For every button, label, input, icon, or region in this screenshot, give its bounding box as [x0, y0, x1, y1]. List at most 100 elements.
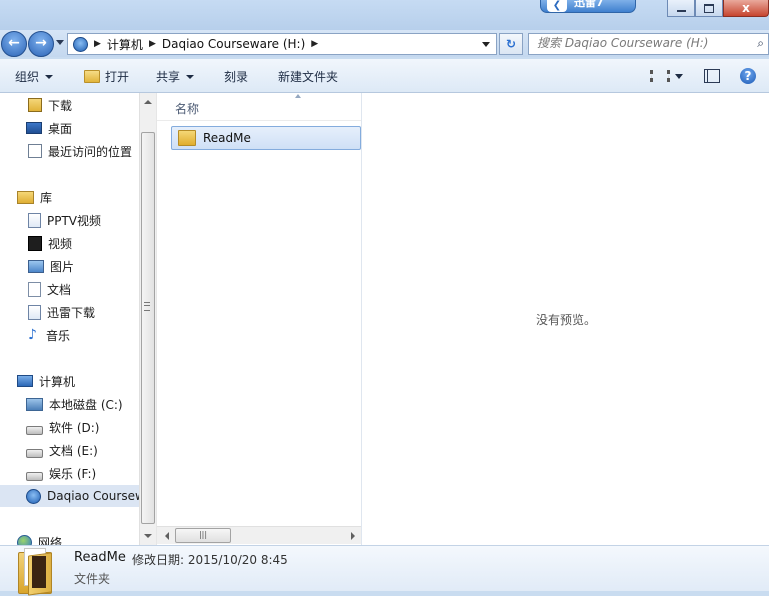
library-document-icon — [28, 304, 41, 320]
system-drive-icon — [26, 397, 43, 411]
close-icon: x — [742, 1, 750, 15]
sidebar-item-label: 桌面 — [48, 121, 73, 136]
organize-menu-button[interactable]: 组织 — [15, 68, 54, 85]
search-input[interactable] — [537, 34, 747, 52]
sidebar-item-thunder-downloads[interactable]: 迅雷下载 — [0, 301, 139, 323]
forward-button[interactable]: → — [28, 31, 54, 57]
chevron-down-icon — [186, 74, 195, 79]
breadcrumb-separator-icon[interactable]: ▶ — [94, 39, 101, 49]
sidebar-item-videos[interactable]: 视频 — [0, 232, 139, 254]
breadcrumb-separator-icon[interactable]: ▶ — [149, 39, 156, 49]
address-history-dropdown-icon[interactable] — [482, 42, 490, 47]
share-label: 共享 — [156, 70, 181, 84]
sidebar-item-label: PPTV视频 — [47, 213, 102, 228]
open-button[interactable]: 打开 — [84, 68, 129, 85]
scrollbar-grip-icon — [144, 302, 150, 311]
details-pane: ReadMe 修改日期: 2015/10/20 8:45 文件夹 — [0, 545, 769, 596]
drive-icon — [26, 471, 43, 481]
computer-icon — [17, 375, 33, 387]
recent-places-icon — [28, 144, 42, 158]
music-icon: ♪ — [28, 327, 37, 343]
sidebar-item-label: Daqiao Courseware (H:) — [47, 489, 139, 503]
burn-button[interactable]: 刻录 — [224, 68, 248, 85]
scrollbar-thumb[interactable] — [141, 132, 155, 524]
details-modified-value: 2015/10/20 8:45 — [187, 553, 288, 567]
maximize-icon — [704, 3, 714, 13]
sidebar-item-label: 下载 — [48, 98, 73, 113]
refresh-icon: ↻ — [505, 37, 517, 51]
navigation-row: ← → ▶ 计算机 ▶ Daqiao Courseware (H:) ▶ ↻ ⌕ — [0, 30, 769, 57]
chevron-down-icon — [45, 74, 54, 79]
view-options-icon[interactable] — [650, 70, 670, 82]
sidebar-item-downloads[interactable]: 下载 — [0, 94, 139, 116]
file-list-pane: 名称 ReadMe ||| — [156, 93, 361, 545]
scroll-up-icon[interactable] — [144, 100, 152, 104]
share-menu-button[interactable]: 共享 — [156, 68, 195, 85]
new-folder-button[interactable]: 新建文件夹 — [278, 68, 338, 85]
sidebar-item-label: 音乐 — [46, 328, 71, 343]
sidebar-item-label: 最近访问的位置 — [48, 144, 133, 159]
sidebar-item-drive-e[interactable]: 文档 (E:) — [0, 439, 139, 461]
sidebar-item-label: 软件 (D:) — [49, 420, 100, 435]
sidebar-item-label: 娱乐 (F:) — [49, 466, 97, 481]
libraries-icon — [17, 190, 34, 204]
breadcrumb-computer[interactable]: 计算机 — [107, 36, 143, 53]
details-modified-label: 修改日期: — [132, 553, 185, 567]
sidebar-section-label: 网络 — [38, 535, 63, 546]
help-icon[interactable]: ? — [740, 68, 756, 84]
back-button[interactable]: ← — [1, 31, 27, 57]
sidebar-item-network[interactable]: 网络 — [0, 531, 139, 545]
close-button[interactable]: x — [723, 0, 769, 17]
drive-app-icon — [72, 36, 88, 52]
file-list-horizontal-scrollbar[interactable]: ||| — [157, 526, 361, 544]
desktop-icon — [26, 122, 42, 134]
sidebar-item-drive-d[interactable]: 软件 (D:) — [0, 416, 139, 438]
sidebar-item-label: 本地磁盘 (C:) — [49, 397, 123, 412]
sidebar-item-drive-f[interactable]: 娱乐 (F:) — [0, 462, 139, 484]
sidebar-item-music[interactable]: ♪ 音乐 — [0, 324, 139, 346]
navigation-pane: 下载 桌面 最近访问的位置 库 PPTV视频 视频 图片 文档 迅雷下载 ♪ 音乐… — [0, 93, 139, 545]
recent-pages-dropdown[interactable] — [56, 40, 64, 45]
scroll-left-icon[interactable] — [165, 532, 169, 540]
app-drive-icon — [26, 488, 41, 504]
sidebar-item-label: 文档 (E:) — [49, 443, 98, 458]
scrollbar-thumb[interactable]: ||| — [175, 528, 231, 543]
sidebar-item-pptv-video[interactable]: PPTV视频 — [0, 209, 139, 231]
search-icon[interactable]: ⌕ — [757, 36, 764, 51]
sidebar-item-pictures[interactable]: 图片 — [0, 255, 139, 277]
sidebar-item-recent-places[interactable]: 最近访问的位置 — [0, 140, 139, 162]
breadcrumb-separator-icon[interactable]: ▶ — [311, 39, 318, 49]
minimize-button[interactable] — [667, 0, 695, 17]
scrollbar-grip-icon: ||| — [198, 530, 208, 539]
refresh-button[interactable]: ↻ — [499, 33, 523, 55]
sidebar-item-label: 文档 — [47, 282, 72, 297]
sidebar-section-label: 计算机 — [39, 374, 76, 389]
sidebar-item-drive-h[interactable]: Daqiao Courseware (H:) — [0, 485, 139, 507]
column-header-name[interactable]: 名称 — [157, 93, 361, 121]
burn-label: 刻录 — [224, 70, 249, 84]
new-folder-label: 新建文件夹 — [278, 70, 339, 84]
file-row[interactable]: ReadMe — [171, 126, 361, 150]
maximize-button[interactable] — [695, 0, 723, 17]
column-header-label: 名称 — [175, 102, 200, 116]
sidebar-item-label: 迅雷下载 — [47, 305, 96, 320]
sidebar-item-desktop[interactable]: 桌面 — [0, 117, 139, 139]
sidebar-item-computer[interactable]: 计算机 — [0, 370, 139, 392]
downloads-icon — [28, 98, 42, 112]
details-item-type: 文件夹 — [74, 572, 111, 586]
sidebar-item-documents[interactable]: 文档 — [0, 278, 139, 300]
network-icon — [17, 534, 32, 545]
breadcrumb-drive[interactable]: Daqiao Courseware (H:) — [162, 37, 305, 51]
sidebar-item-libraries[interactable]: 库 — [0, 186, 139, 208]
sidebar-item-drive-c[interactable]: 本地磁盘 (C:) — [0, 393, 139, 415]
view-options-dropdown-icon[interactable] — [675, 74, 683, 79]
drive-icon — [26, 425, 43, 435]
scroll-down-icon[interactable] — [144, 534, 152, 538]
thunder-tab-label: 迅雷7 — [574, 0, 604, 9]
preview-pane-toggle-icon[interactable] — [704, 69, 720, 83]
open-folder-icon — [84, 70, 100, 83]
address-bar[interactable]: ▶ 计算机 ▶ Daqiao Courseware (H:) ▶ — [67, 33, 497, 55]
thunder-floating-tab[interactable]: ❮ 迅雷7 — [540, 0, 636, 13]
scroll-right-icon[interactable] — [351, 532, 355, 540]
navigation-pane-scrollbar[interactable] — [139, 93, 156, 545]
